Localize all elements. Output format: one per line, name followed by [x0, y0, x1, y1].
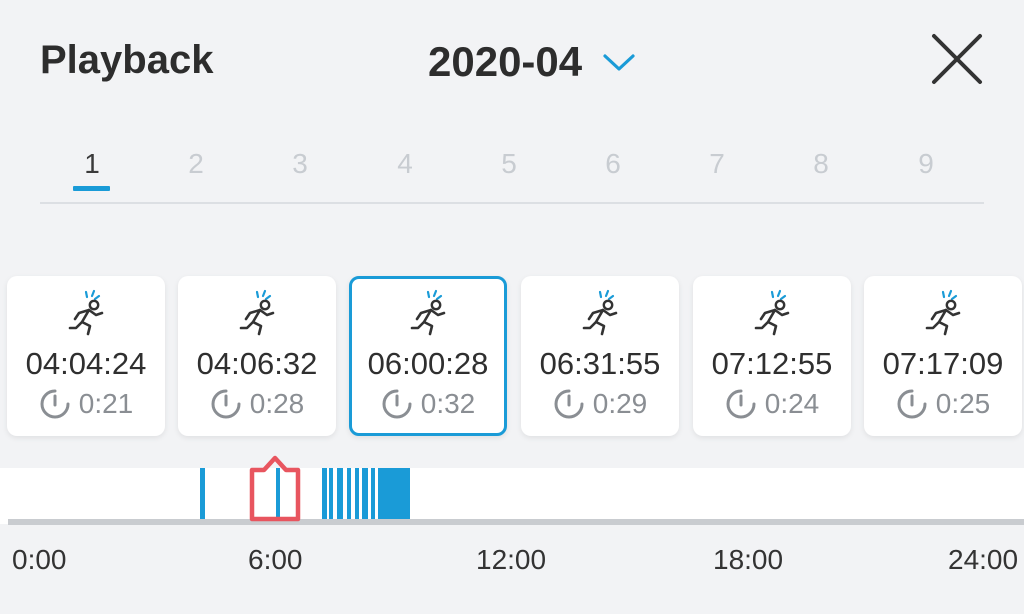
event-duration: 0:21 [7, 388, 165, 420]
event-duration: 0:29 [521, 388, 679, 420]
event-list: 04:04:24 0:21 04:06:32 0:28 06:00:28 0:3… [0, 276, 1024, 436]
event-time: 07:17:09 [882, 346, 1004, 381]
clock-icon [210, 388, 242, 420]
clock-icon [896, 388, 928, 420]
day-tabs: 1 2 3 4 5 6 7 8 9 [40, 140, 984, 204]
tab-7[interactable]: 7 [697, 148, 737, 180]
close-icon[interactable] [928, 30, 986, 88]
event-time: 04:06:32 [196, 346, 318, 381]
recording-segment[interactable] [200, 468, 205, 521]
duration-text: 0:32 [420, 388, 476, 419]
month-selector[interactable]: 2020-04 [428, 38, 636, 86]
recording-segment[interactable] [378, 468, 410, 521]
event-time: 07:12:55 [711, 346, 833, 381]
tick-label: 12:00 [476, 544, 547, 575]
duration-text: 0:29 [592, 388, 648, 419]
tab-2[interactable]: 2 [176, 148, 216, 180]
tab-9[interactable]: 9 [906, 148, 946, 180]
event-card[interactable]: 06:31:55 0:29 [521, 276, 679, 436]
chevron-down-icon [603, 54, 635, 71]
tick-label: 6:00 [248, 544, 303, 575]
recording-segment[interactable] [329, 468, 333, 521]
motion-runner-icon [66, 288, 108, 336]
duration-text: 0:28 [249, 388, 305, 419]
tick-label: 0:00 [12, 544, 67, 575]
event-card[interactable]: 07:17:09 0:25 [864, 276, 1022, 436]
tab-6[interactable]: 6 [593, 148, 633, 180]
tab-8[interactable]: 8 [801, 148, 841, 180]
timeline-axis [8, 519, 1024, 525]
tab-1[interactable]: 1 [72, 148, 112, 180]
duration-text: 0:24 [764, 388, 820, 419]
clock-icon [553, 388, 585, 420]
duration-text: 0:25 [935, 388, 991, 419]
recording-segment[interactable] [362, 468, 368, 521]
event-card-selected[interactable]: 06:00:28 0:32 [349, 276, 507, 436]
event-duration: 0:25 [864, 388, 1022, 420]
recording-segment[interactable] [371, 468, 375, 521]
active-tab-indicator [73, 186, 110, 191]
event-time: 04:04:24 [25, 346, 147, 381]
tick-label: 18:00 [713, 544, 784, 575]
timeline-recordings [0, 468, 1024, 522]
motion-runner-icon [580, 288, 622, 336]
event-duration: 0:28 [178, 388, 336, 420]
tick-label: 24:00 [948, 544, 1019, 575]
event-card[interactable]: 07:12:55 0:24 [693, 276, 851, 436]
tab-5[interactable]: 5 [489, 148, 529, 180]
event-time: 06:00:28 [367, 346, 489, 381]
clock-icon [39, 388, 71, 420]
recording-segment[interactable] [347, 468, 351, 521]
motion-runner-icon [752, 288, 794, 336]
recording-segment[interactable] [355, 468, 359, 521]
page-title: Playback [40, 38, 214, 82]
event-time: 06:31:55 [539, 346, 661, 381]
event-duration: 0:32 [352, 388, 504, 420]
motion-runner-icon [237, 288, 279, 336]
playback-screen: Playback 2020-04 1 2 3 4 5 6 7 8 9 04:04… [0, 0, 1024, 614]
clock-icon [725, 388, 757, 420]
event-card[interactable]: 04:04:24 0:21 [7, 276, 165, 436]
tab-3[interactable]: 3 [280, 148, 320, 180]
recording-segment[interactable] [337, 468, 343, 521]
event-duration: 0:24 [693, 388, 851, 420]
motion-runner-icon [408, 288, 450, 336]
tab-4[interactable]: 4 [385, 148, 425, 180]
motion-runner-icon [923, 288, 965, 336]
duration-text: 0:21 [78, 388, 134, 419]
recording-segment[interactable] [322, 468, 327, 521]
event-card[interactable]: 04:06:32 0:28 [178, 276, 336, 436]
playhead-marker[interactable] [248, 455, 302, 523]
month-label: 2020-04 [428, 38, 583, 85]
clock-icon [381, 388, 413, 420]
